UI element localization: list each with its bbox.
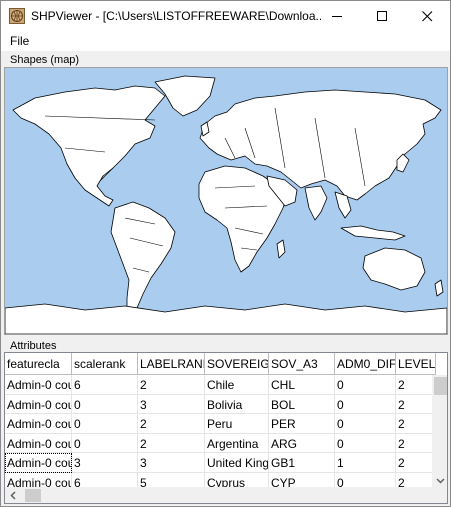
land-north-america[interactable] — [12, 85, 166, 207]
map-view[interactable] — [4, 67, 448, 335]
minimize-button[interactable] — [315, 1, 360, 31]
table-cell[interactable]: ARG — [269, 433, 335, 454]
map-group-label: Shapes (map) — [10, 54, 80, 66]
horizontal-scroll-thumb[interactable] — [25, 489, 41, 502]
table-cell[interactable]: 2 — [138, 375, 205, 395]
table-cell[interactable]: BOL — [269, 394, 335, 415]
table-cell[interactable]: Admin-0 country — [5, 394, 72, 415]
table-cell[interactable]: GB1 — [269, 453, 335, 473]
attributes-group-label: Attributes — [10, 340, 57, 352]
table-cell[interactable]: 0 — [335, 433, 396, 454]
table-body: Admin-0 country62ChileCHL02Admin-0 count… — [5, 375, 436, 493]
table-cell[interactable]: 2 — [396, 414, 436, 434]
attributes-table[interactable]: featureclascalerankLABELRANKSOVEREIGNTSO… — [4, 352, 448, 504]
table-cell[interactable]: Peru — [205, 414, 269, 434]
land-madagascar[interactable] — [276, 239, 286, 259]
column-header[interactable]: featurecla — [5, 353, 72, 375]
maximize-button[interactable] — [360, 1, 405, 31]
land-australia[interactable] — [362, 247, 426, 291]
land-south-america[interactable] — [110, 201, 176, 321]
table-row[interactable]: Admin-0 country02PeruPER02 — [5, 414, 436, 434]
table-cell[interactable]: 0 — [335, 414, 396, 434]
table-cell[interactable]: 2 — [138, 433, 205, 454]
table-cell[interactable]: Admin-0 country — [5, 375, 72, 395]
column-header[interactable]: LABELRANK — [138, 353, 205, 375]
table-cell[interactable]: 3 — [138, 394, 205, 415]
column-header[interactable]: SOVEREIGNT — [205, 353, 269, 375]
column-header[interactable]: ADM0_DIF — [335, 353, 396, 375]
column-header[interactable]: scalerank — [72, 353, 138, 375]
title-bar[interactable]: SHPViewer - [C:\Users\LISTOFFREEWARE\Dow… — [1, 1, 450, 31]
land-indonesia[interactable] — [340, 225, 406, 241]
table-cell[interactable]: 2 — [396, 375, 436, 395]
menu-file[interactable]: File — [10, 34, 29, 48]
table-cell[interactable]: Chile — [205, 375, 269, 395]
table-cell[interactable]: 0 — [72, 414, 138, 434]
table-cell[interactable]: Argentina — [205, 433, 269, 454]
table-cell[interactable]: 3 — [138, 453, 205, 473]
column-header[interactable]: LEVEL — [396, 353, 436, 375]
close-icon — [422, 11, 433, 22]
land-india[interactable] — [304, 185, 328, 221]
table-cell[interactable]: Bolivia — [205, 394, 269, 415]
column-header[interactable]: SOV_A3 — [269, 353, 335, 375]
table-row[interactable]: Admin-0 country62ChileCHL02 — [5, 375, 436, 395]
land-new-zealand[interactable] — [434, 279, 444, 297]
table-cell[interactable]: United Kingdom — [205, 453, 269, 473]
table-cell[interactable]: CHL — [269, 375, 335, 395]
app-globe-icon — [9, 8, 25, 24]
menu-bar: File — [1, 31, 450, 51]
horizontal-scrollbar[interactable] — [5, 487, 432, 504]
close-button[interactable] — [405, 1, 450, 31]
table-cell[interactable]: Admin-0 country — [5, 453, 72, 473]
world-map[interactable] — [4, 68, 448, 335]
table-cell[interactable]: 0 — [72, 394, 138, 415]
table-cell[interactable]: 0 — [335, 375, 396, 395]
table-cell[interactable]: 3 — [72, 453, 138, 473]
table-cell[interactable]: 6 — [72, 375, 138, 395]
table-cell[interactable]: 2 — [138, 414, 205, 434]
vertical-scrollbar[interactable] — [432, 375, 447, 489]
table-row[interactable]: Admin-0 country02ArgentinaARG02 — [5, 433, 436, 454]
table-cell[interactable]: Admin-0 country — [5, 433, 72, 454]
table-cell[interactable]: 2 — [396, 394, 436, 415]
scrollbar-corner — [432, 487, 447, 503]
land-antarctica[interactable] — [4, 303, 448, 335]
scroll-left-arrow-icon[interactable] — [5, 487, 22, 504]
table-row[interactable]: Admin-0 country03BoliviaBOL02 — [5, 394, 436, 415]
table-cell[interactable]: PER — [269, 414, 335, 434]
app-window: SHPViewer - [C:\Users\LISTOFFREEWARE\Dow… — [0, 0, 451, 507]
table-row[interactable]: Admin-0 country33United KingdomGB112 — [5, 453, 436, 473]
table-cell[interactable]: 1 — [335, 453, 396, 473]
vertical-scroll-thumb[interactable] — [434, 377, 447, 395]
window-title: SHPViewer - [C:\Users\LISTOFFREEWARE\Dow… — [31, 9, 321, 23]
table-cell[interactable]: 0 — [335, 394, 396, 415]
table-cell[interactable]: 2 — [396, 453, 436, 473]
table-cell[interactable]: 0 — [72, 433, 138, 454]
table-cell[interactable]: 2 — [396, 433, 436, 454]
table-cell[interactable]: Admin-0 country — [5, 414, 72, 434]
table-header: featureclascalerankLABELRANKSOVEREIGNTSO… — [5, 353, 436, 375]
